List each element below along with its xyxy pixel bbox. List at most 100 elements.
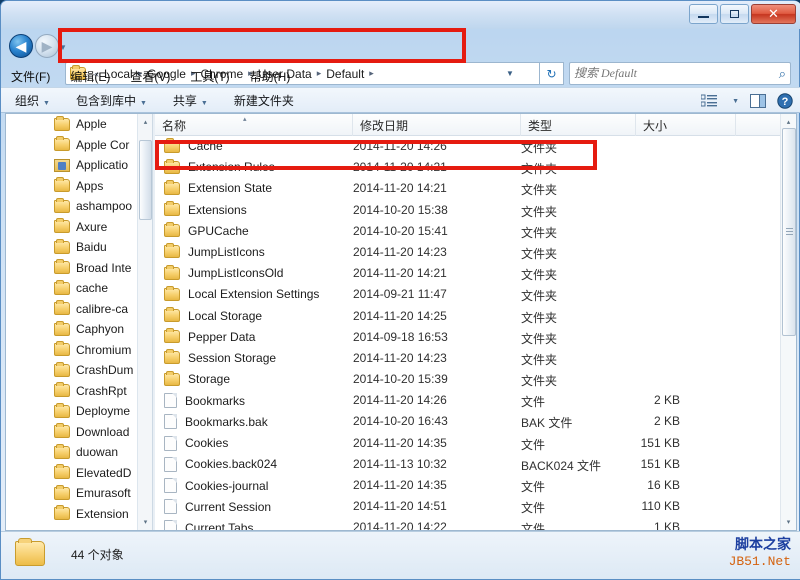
column-header-type[interactable]: 类型 bbox=[521, 114, 636, 136]
table-row[interactable]: Pepper Data 2014-09-18 16:53 文件夹 bbox=[155, 327, 780, 348]
toolbar-include-in-library-button[interactable]: 包含到库中▼ bbox=[76, 92, 147, 109]
table-row[interactable]: Bookmarks 2014-11-20 14:26 文件 2 KB bbox=[155, 390, 780, 411]
file-name-cell[interactable]: JumpListIconsOld bbox=[164, 266, 283, 280]
file-list-scrollbar-thumb[interactable] bbox=[782, 128, 796, 336]
column-header-size[interactable]: 大小 bbox=[636, 114, 736, 136]
tree-item[interactable]: Apple Cor bbox=[6, 135, 152, 156]
scroll-down-icon[interactable]: ▾ bbox=[781, 514, 796, 530]
table-row[interactable]: JumpListIconsOld 2014-11-20 14:21 文件夹 bbox=[155, 263, 780, 284]
tree-item-label: Applicatio bbox=[76, 158, 128, 172]
menu-item-help[interactable]: 帮助(H) bbox=[250, 68, 291, 85]
tree-item[interactable]: Axure bbox=[6, 217, 152, 238]
table-row[interactable]: Session Storage 2014-11-20 14:23 文件夹 bbox=[155, 348, 780, 369]
table-row[interactable]: JumpListIcons 2014-11-20 14:23 文件夹 bbox=[155, 242, 780, 263]
tree-item[interactable]: calibre-ca bbox=[6, 299, 152, 320]
tree-item-label: Chromium bbox=[76, 343, 131, 357]
maximize-button[interactable] bbox=[720, 4, 749, 24]
table-row[interactable]: Storage 2014-10-20 15:39 文件夹 bbox=[155, 369, 780, 390]
file-name-cell[interactable]: Local Storage bbox=[164, 309, 262, 323]
forward-button[interactable]: ▶ bbox=[35, 34, 59, 58]
tree-item[interactable]: duowan bbox=[6, 442, 152, 463]
tree-item[interactable]: ElevatedD bbox=[6, 463, 152, 484]
tree-item[interactable]: Caphyon bbox=[6, 319, 152, 340]
tree-item-label: CrashDum bbox=[76, 363, 133, 377]
table-row[interactable]: Bookmarks.bak 2014-10-20 16:43 BAK 文件 2 … bbox=[155, 411, 780, 432]
file-name-cell[interactable]: Cookies-journal bbox=[164, 478, 268, 493]
table-row[interactable]: Current Tabs 2014-11-20 14:22 文件 1 KB bbox=[155, 517, 780, 530]
file-name-cell[interactable]: Current Tabs bbox=[164, 520, 253, 530]
tree-item[interactable]: CrashDum bbox=[6, 360, 152, 381]
sidebar-scrollbar-thumb[interactable] bbox=[139, 140, 152, 220]
menu-item-file[interactable]: 文件(F) bbox=[11, 68, 50, 85]
file-name-cell[interactable]: Session Storage bbox=[164, 351, 276, 365]
tree-item-label: Caphyon bbox=[76, 322, 124, 336]
menu-item-tools[interactable]: 工具(T) bbox=[190, 68, 229, 85]
table-row[interactable]: GPUCache 2014-10-20 15:41 文件夹 bbox=[155, 221, 780, 242]
table-row[interactable]: Extensions 2014-10-20 15:38 文件夹 bbox=[155, 200, 780, 221]
tree-item[interactable]: Deployme bbox=[6, 401, 152, 422]
table-row[interactable]: Cookies 2014-11-20 14:35 文件 151 KB bbox=[155, 433, 780, 454]
tree-item[interactable]: Download bbox=[6, 422, 152, 443]
file-name-cell[interactable]: Cookies bbox=[164, 436, 228, 451]
sidebar-scrollbar[interactable]: ▴ ▾ bbox=[137, 114, 152, 530]
file-name-cell[interactable]: Bookmarks.bak bbox=[164, 414, 268, 429]
table-row[interactable]: Local Storage 2014-11-20 14:25 文件夹 bbox=[155, 306, 780, 327]
minimize-button[interactable] bbox=[689, 4, 718, 24]
folder-icon bbox=[54, 507, 70, 520]
tree-item-label: ElevatedD bbox=[76, 466, 131, 480]
tree-item[interactable]: Extension bbox=[6, 504, 152, 525]
tree-item[interactable]: Chromium bbox=[6, 340, 152, 361]
toolbar-new-folder-button[interactable]: 新建文件夹 bbox=[234, 92, 294, 109]
column-header-date[interactable]: 修改日期 bbox=[353, 114, 521, 136]
toolbar-organize-button[interactable]: 组织▼ bbox=[15, 92, 50, 109]
file-list[interactable]: 名称 ▴ 修改日期 类型 大小 Cache 2014-11-20 14:26 bbox=[155, 114, 796, 530]
tree-item-label: Apps bbox=[76, 179, 103, 193]
file-name-cell[interactable]: Extension State bbox=[164, 181, 272, 195]
file-name-cell[interactable]: Extensions bbox=[164, 203, 247, 217]
file-name-cell[interactable]: Local Extension Settings bbox=[164, 287, 319, 301]
tree-item[interactable]: Apps bbox=[6, 176, 152, 197]
table-row[interactable]: Extension State 2014-11-20 14:21 文件夹 bbox=[155, 178, 780, 199]
menu-item-edit[interactable]: 编辑(E) bbox=[70, 68, 110, 85]
chevron-down-icon[interactable]: ▼ bbox=[732, 98, 739, 105]
toolbar-share-button[interactable]: 共享▼ bbox=[173, 92, 208, 109]
chevron-down-icon: ▼ bbox=[201, 100, 208, 107]
column-header-name[interactable]: 名称 ▴ bbox=[155, 114, 353, 136]
view-list-icon[interactable] bbox=[701, 94, 717, 108]
file-name-cell[interactable]: GPUCache bbox=[164, 224, 249, 238]
table-row[interactable]: Current Session 2014-11-20 14:51 文件 110 … bbox=[155, 496, 780, 517]
close-button[interactable]: ✕ bbox=[751, 4, 796, 24]
file-icon bbox=[164, 499, 177, 514]
tree-item[interactable]: Emurasoft bbox=[6, 483, 152, 504]
tree-item[interactable]: Apple bbox=[6, 114, 152, 135]
file-name-cell[interactable]: Current Session bbox=[164, 499, 271, 514]
scroll-up-icon[interactable]: ▴ bbox=[138, 114, 153, 130]
column-header-filler bbox=[736, 114, 780, 136]
file-size-cell: 1 KB bbox=[580, 520, 680, 530]
file-name-cell[interactable]: JumpListIcons bbox=[164, 245, 265, 259]
table-row[interactable]: Local Extension Settings 2014-09-21 11:4… bbox=[155, 284, 780, 305]
tree-item[interactable]: cache bbox=[6, 278, 152, 299]
tree-item[interactable]: Broad Inte bbox=[6, 258, 152, 279]
table-row[interactable]: Cookies.back024 2014-11-13 10:32 BACK024… bbox=[155, 454, 780, 475]
navigation-tree[interactable]: Apple Apple Cor Applicatio Apps ashampoo… bbox=[6, 114, 152, 530]
file-list-scrollbar[interactable]: ▴ ▾ bbox=[780, 114, 796, 530]
tree-item[interactable]: Baidu bbox=[6, 237, 152, 258]
file-name-cell[interactable]: Bookmarks bbox=[164, 393, 245, 408]
menu-item-view[interactable]: 查看(V) bbox=[130, 68, 170, 85]
file-name-cell[interactable]: Cookies.back024 bbox=[164, 457, 277, 472]
help-icon[interactable]: ? bbox=[777, 93, 793, 109]
file-name-cell[interactable]: Storage bbox=[164, 372, 230, 386]
tree-item[interactable]: ashampoo bbox=[6, 196, 152, 217]
scroll-down-icon[interactable]: ▾ bbox=[138, 514, 153, 530]
back-button[interactable]: ◀ bbox=[9, 34, 33, 58]
tree-item[interactable]: Applicatio bbox=[6, 155, 152, 176]
file-type-cell: 文件夹 bbox=[521, 309, 557, 326]
preview-pane-icon[interactable] bbox=[750, 94, 766, 108]
tree-item[interactable]: CrashRpt bbox=[6, 381, 152, 402]
table-row[interactable]: Cookies-journal 2014-11-20 14:35 文件 16 K… bbox=[155, 475, 780, 496]
file-name-cell[interactable]: Pepper Data bbox=[164, 330, 255, 344]
file-name-label: Cookies-journal bbox=[185, 479, 268, 493]
file-date-cell: 2014-09-21 11:47 bbox=[353, 287, 447, 301]
folder-icon bbox=[54, 364, 70, 377]
